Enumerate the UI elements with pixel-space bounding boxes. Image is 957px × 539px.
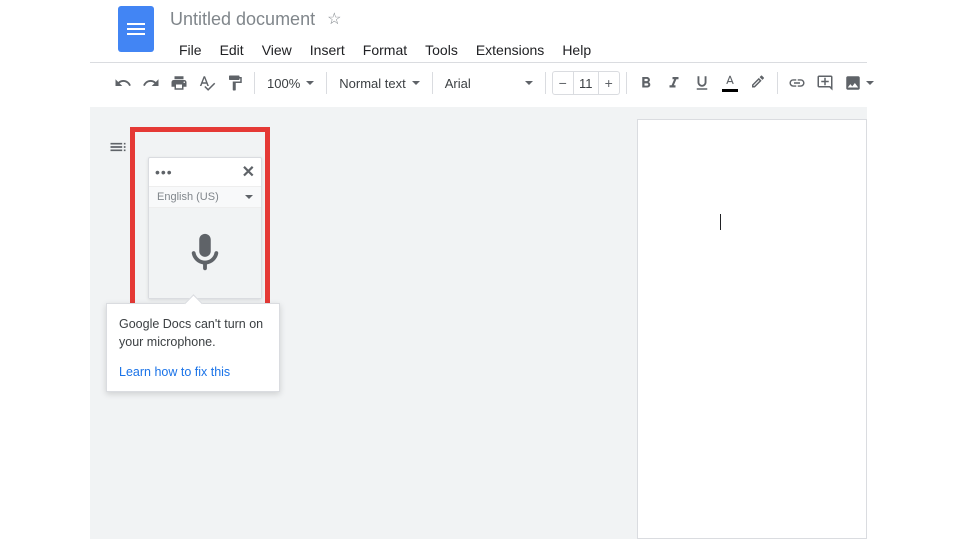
outline-icon[interactable] [108, 137, 130, 159]
toolbar: 100% Normal text Arial − + [0, 63, 957, 103]
separator [626, 72, 627, 94]
voice-typing-panel: ••• ✕ English (US) [148, 157, 262, 299]
bold-icon[interactable] [633, 70, 659, 96]
chevron-down-icon [412, 81, 420, 85]
style-dropdown[interactable]: Normal text [333, 70, 425, 96]
chevron-down-icon [525, 81, 533, 85]
separator [777, 72, 778, 94]
text-color-icon[interactable] [717, 74, 743, 92]
menu-view[interactable]: View [253, 38, 301, 62]
separator [545, 72, 546, 94]
chevron-down-icon [306, 81, 314, 85]
menu-tools[interactable]: Tools [416, 38, 467, 62]
redo-icon[interactable] [138, 70, 164, 96]
tooltip-message: Google Docs can't turn on your microphon… [119, 316, 267, 351]
microphone-button[interactable] [149, 208, 261, 298]
menu-format[interactable]: Format [354, 38, 416, 62]
voice-error-tooltip: Google Docs can't turn on your microphon… [106, 303, 280, 392]
font-size-input[interactable] [573, 72, 599, 94]
font-dropdown[interactable]: Arial [439, 70, 539, 96]
menu-insert[interactable]: Insert [301, 38, 354, 62]
spellcheck-icon[interactable] [194, 70, 220, 96]
chevron-down-icon [245, 195, 253, 199]
star-icon[interactable]: ☆ [327, 9, 341, 29]
voice-language-dropdown[interactable]: English (US) [149, 187, 261, 208]
text-cursor [720, 214, 721, 230]
print-icon[interactable] [166, 70, 192, 96]
zoom-dropdown[interactable]: 100% [261, 70, 320, 96]
font-value: Arial [445, 76, 471, 91]
workspace: ••• ✕ English (US) Google Docs can't tur… [90, 107, 867, 539]
zoom-value: 100% [267, 76, 300, 91]
menu-help[interactable]: Help [553, 38, 600, 62]
separator [326, 72, 327, 94]
chevron-down-icon[interactable] [866, 81, 874, 85]
font-size-group: − + [552, 71, 620, 95]
text-color-bar [722, 89, 738, 92]
italic-icon[interactable] [661, 70, 687, 96]
tooltip-learn-link[interactable]: Learn how to fix this [119, 365, 267, 379]
menu-edit[interactable]: Edit [211, 38, 253, 62]
image-icon[interactable] [840, 70, 866, 96]
underline-icon[interactable] [689, 70, 715, 96]
font-size-plus[interactable]: + [599, 75, 619, 91]
voice-language-label: English (US) [157, 191, 219, 203]
separator [254, 72, 255, 94]
comment-icon[interactable] [812, 70, 838, 96]
link-icon[interactable] [784, 70, 810, 96]
docs-logo[interactable] [118, 6, 154, 52]
menu-file[interactable]: File [170, 38, 211, 62]
paint-format-icon[interactable] [222, 70, 248, 96]
document-page[interactable] [637, 119, 867, 539]
doc-title[interactable]: Untitled document [170, 9, 315, 30]
font-size-minus[interactable]: − [553, 75, 573, 91]
menu-extensions[interactable]: Extensions [467, 38, 553, 62]
highlight-icon[interactable] [745, 70, 771, 96]
menubar: File Edit View Insert Format Tools Exten… [170, 38, 957, 62]
style-value: Normal text [339, 76, 405, 91]
separator [432, 72, 433, 94]
voice-options-icon[interactable]: ••• [155, 164, 173, 180]
close-icon[interactable]: ✕ [242, 162, 255, 182]
undo-icon[interactable] [110, 70, 136, 96]
